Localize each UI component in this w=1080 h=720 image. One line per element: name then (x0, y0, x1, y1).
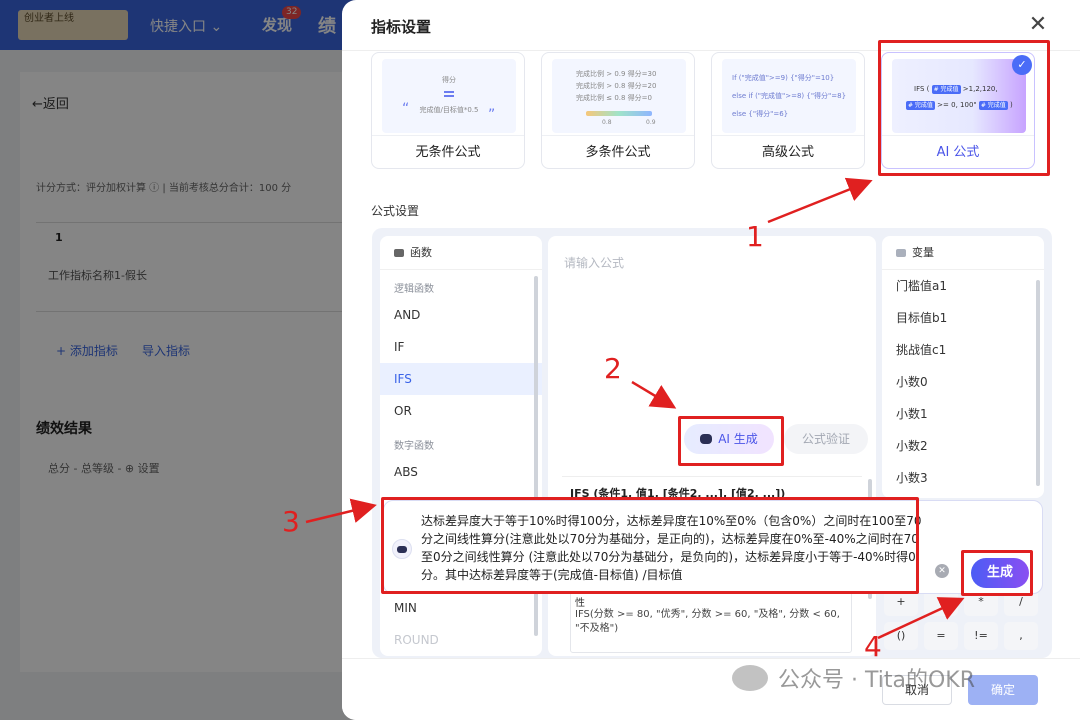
arrow-4 (877, 597, 965, 640)
arrow-2 (631, 380, 677, 409)
arrow-1 (767, 177, 873, 224)
arrow-3 (305, 498, 377, 524)
annotation-arrows (305, 177, 965, 640)
